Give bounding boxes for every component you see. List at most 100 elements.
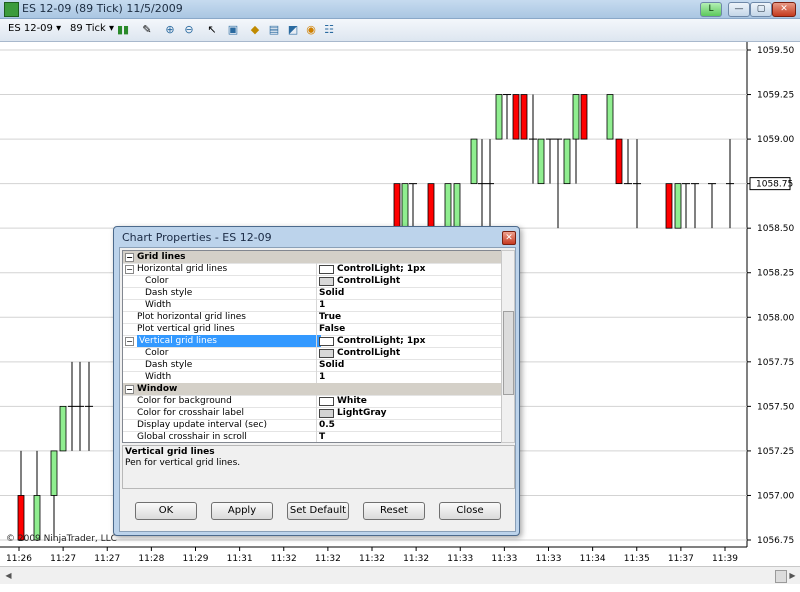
y-tick-label: 1057.75 — [757, 358, 794, 368]
x-tick-label: 11:31 — [227, 554, 253, 564]
property-value[interactable]: ControlLight; 1px — [337, 335, 425, 347]
ok-button[interactable]: OK — [135, 502, 197, 520]
window-title: ES 12-09 (89 Tick) 11/5/2009 — [22, 2, 183, 15]
bar-body — [520, 94, 528, 140]
horizontal-scrollbar[interactable]: ◀ ▶ — [0, 566, 800, 584]
property-value[interactable]: False — [319, 323, 345, 335]
column-divider — [316, 263, 317, 275]
bar-body — [495, 94, 503, 140]
clock-icon[interactable]: ◉ — [304, 23, 318, 37]
data-box-icon[interactable]: ☷ — [322, 23, 336, 37]
property-value[interactable]: T — [319, 431, 325, 442]
property-value[interactable]: LightGray — [337, 407, 386, 419]
property-name: Window — [137, 384, 178, 394]
column-divider — [316, 395, 317, 407]
bar-body — [572, 94, 580, 140]
zoom-in-icon[interactable]: ⊕ — [163, 23, 177, 37]
column-divider — [316, 275, 317, 287]
cursor-icon[interactable]: ↖ — [205, 23, 219, 37]
column-divider — [316, 371, 317, 383]
bar-body — [401, 183, 409, 229]
description-heading: Vertical grid lines — [125, 447, 215, 457]
strategy-icon[interactable]: ◆ — [248, 23, 262, 37]
collapse-icon[interactable]: − — [125, 385, 134, 394]
scroll-right-icon[interactable]: ▶ — [787, 570, 798, 581]
instrument-dropdown[interactable]: ES 12-09 ▾ — [8, 23, 61, 34]
minimize-button[interactable]: — — [728, 2, 750, 17]
restore-button[interactable]: ▢ — [750, 2, 772, 17]
reset-button[interactable]: Reset — [363, 502, 425, 520]
property-value[interactable]: ControlLight; 1px — [337, 263, 425, 275]
column-divider — [316, 347, 317, 359]
bar-body — [427, 183, 435, 229]
scroll-left-icon[interactable]: ◀ — [3, 570, 14, 581]
close-dialog-button[interactable]: Close — [439, 502, 501, 520]
color-swatch — [319, 409, 334, 418]
y-tick-label: 1059.50 — [757, 46, 794, 56]
properties-icon[interactable]: ▣ — [226, 23, 240, 37]
column-divider — [316, 335, 317, 347]
chart-icon[interactable]: ▤ — [267, 23, 281, 37]
indicator-icon[interactable]: ◩ — [286, 23, 300, 37]
y-tick-label: 1059.25 — [757, 91, 794, 101]
column-divider — [316, 299, 317, 311]
set-default-button[interactable]: Set Default — [287, 502, 349, 520]
bar-body — [563, 138, 571, 185]
property-value[interactable]: 1 — [319, 299, 325, 311]
pencil-icon[interactable]: ✎ — [140, 23, 154, 37]
property-name: Width — [145, 372, 172, 382]
collapse-icon[interactable]: − — [125, 265, 134, 274]
x-tick-label: 11:29 — [183, 554, 209, 564]
app-icon — [4, 2, 19, 17]
scroll-thumb[interactable] — [503, 311, 514, 395]
window-titlebar: ES 12-09 (89 Tick) 11/5/2009 L — ▢ ✕ — [0, 0, 800, 19]
x-tick-label: 11:28 — [138, 554, 164, 564]
property-row[interactable]: Global crosshair in scroll T — [123, 431, 501, 442]
property-value[interactable]: 0.5 — [319, 419, 335, 431]
column-divider — [316, 419, 317, 431]
y-tick-label: 1057.50 — [757, 402, 794, 412]
dialog-close-button[interactable]: ✕ — [502, 231, 516, 245]
x-tick-label: 11:26 — [6, 554, 32, 564]
color-swatch — [319, 265, 334, 274]
property-name: Color — [145, 276, 169, 286]
bar-body — [59, 405, 67, 452]
current-price-label: 1058.75 — [756, 180, 793, 190]
property-name: Color for crosshair label — [137, 408, 244, 418]
property-grid-scrollbar[interactable] — [501, 250, 515, 443]
property-name: Width — [145, 300, 172, 310]
scroll-thumb[interactable] — [775, 570, 787, 583]
column-divider — [316, 359, 317, 371]
bar-body — [537, 138, 545, 185]
property-value[interactable]: ControlLight — [337, 275, 400, 287]
property-name: Vertical grid lines — [137, 335, 321, 347]
apply-button[interactable]: Apply — [211, 502, 273, 520]
bar-body — [580, 94, 588, 140]
collapse-icon[interactable]: − — [125, 337, 134, 346]
property-value[interactable]: Solid — [319, 287, 344, 299]
property-name: Horizontal grid lines — [137, 264, 228, 274]
interval-dropdown[interactable]: 89 Tick ▾ — [70, 23, 114, 34]
y-tick-label: 1059.00 — [757, 135, 794, 145]
bar-body — [393, 183, 401, 229]
x-tick-label: 11:27 — [50, 554, 76, 564]
property-name: Dash style — [145, 288, 193, 298]
property-name: Plot horizontal grid lines — [137, 312, 246, 322]
zoom-out-icon[interactable]: ⊖ — [182, 23, 196, 37]
bar-type-icon[interactable]: ▮▮ — [116, 23, 130, 37]
x-tick-label: 11:34 — [580, 554, 606, 564]
bar-body — [470, 138, 478, 185]
property-value[interactable]: 1 — [319, 371, 325, 383]
column-divider — [316, 407, 317, 419]
property-value[interactable]: ControlLight — [337, 347, 400, 359]
property-value[interactable]: True — [319, 311, 341, 323]
property-value[interactable]: Solid — [319, 359, 344, 371]
close-button[interactable]: ✕ — [772, 2, 796, 17]
dialog-title: Chart Properties - ES 12-09 — [122, 231, 272, 244]
link-button[interactable]: L — [700, 2, 722, 17]
property-value[interactable]: White — [337, 395, 367, 407]
property-name: Global crosshair in scroll — [137, 432, 247, 442]
x-tick-label: 11:32 — [403, 554, 429, 564]
x-tick-label: 11:32 — [359, 554, 385, 564]
collapse-icon[interactable]: − — [125, 253, 134, 262]
